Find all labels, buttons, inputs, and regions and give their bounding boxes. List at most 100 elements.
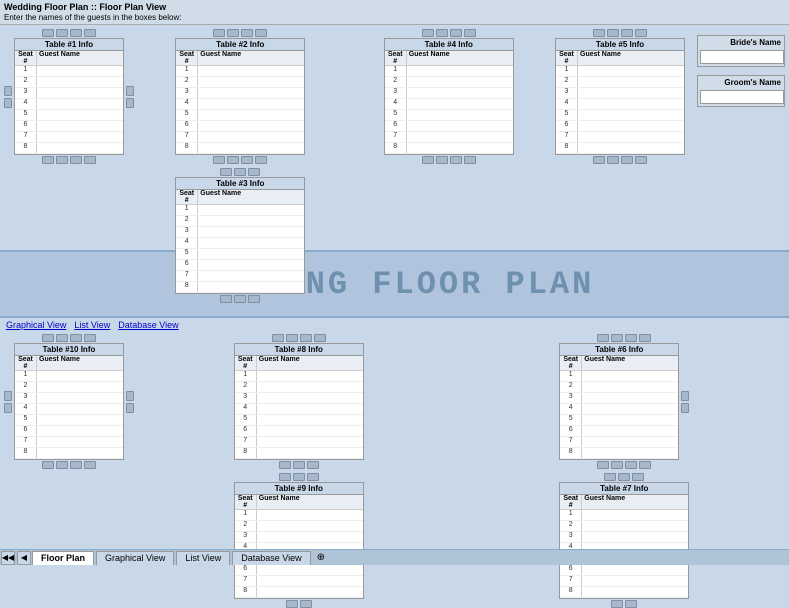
- tab-floor-plan[interactable]: Floor Plan: [32, 551, 94, 565]
- seat-input[interactable]: [37, 110, 123, 120]
- seat-input[interactable]: [198, 99, 304, 109]
- seat-input[interactable]: [37, 88, 123, 98]
- seat-input[interactable]: [578, 88, 684, 98]
- table-row: 3: [556, 88, 684, 99]
- seat-input[interactable]: [257, 437, 363, 447]
- seat-input[interactable]: [578, 143, 684, 153]
- table-9-chairs-bottom: [286, 600, 312, 608]
- table-1-chairs-top: [42, 29, 96, 37]
- seat-input[interactable]: [198, 271, 304, 281]
- seat-input[interactable]: [198, 205, 304, 215]
- database-view-link[interactable]: Database View: [118, 320, 178, 330]
- table-7-chairs-top: [604, 473, 644, 481]
- seat-input[interactable]: [578, 132, 684, 142]
- seat-input[interactable]: [198, 143, 304, 153]
- seat-input[interactable]: [257, 393, 363, 403]
- seat-input[interactable]: [198, 66, 304, 76]
- seat-input[interactable]: [198, 282, 304, 292]
- seat-input[interactable]: [257, 532, 363, 542]
- seat-input[interactable]: [257, 426, 363, 436]
- bride-name-input[interactable]: [700, 50, 784, 64]
- seat-input[interactable]: [198, 88, 304, 98]
- seat-input[interactable]: [582, 521, 688, 531]
- seat-input[interactable]: [578, 110, 684, 120]
- seat-input[interactable]: [37, 99, 123, 109]
- seat-input[interactable]: [582, 382, 678, 392]
- seat-input[interactable]: [578, 121, 684, 131]
- seat-input[interactable]: [257, 521, 363, 531]
- tab-list-view[interactable]: List View: [176, 551, 230, 565]
- seat-input[interactable]: [37, 415, 123, 425]
- seat-input[interactable]: [407, 143, 513, 153]
- tab-nav-first[interactable]: ◀◀: [1, 551, 15, 565]
- seat-input[interactable]: [257, 448, 363, 458]
- bride-info-box: Bride's Name: [697, 35, 785, 67]
- table-row: 8: [556, 143, 684, 154]
- seat-input[interactable]: [582, 371, 678, 381]
- seat-input[interactable]: [37, 393, 123, 403]
- seat-input[interactable]: [198, 260, 304, 270]
- seat-input[interactable]: [37, 121, 123, 131]
- seat-input[interactable]: [582, 404, 678, 414]
- seat-input[interactable]: [198, 249, 304, 259]
- tab-graphical-view[interactable]: Graphical View: [96, 551, 174, 565]
- seat-input[interactable]: [37, 404, 123, 414]
- seat-input[interactable]: [257, 415, 363, 425]
- table-row: 3: [176, 88, 304, 99]
- seat-input[interactable]: [257, 576, 363, 586]
- seat-input[interactable]: [198, 121, 304, 131]
- seat-input[interactable]: [407, 88, 513, 98]
- seat-input[interactable]: [582, 448, 678, 458]
- seat-input[interactable]: [257, 404, 363, 414]
- seat-input[interactable]: [37, 448, 123, 458]
- seat-input[interactable]: [578, 99, 684, 109]
- seat-input[interactable]: [257, 587, 363, 597]
- seat-input[interactable]: [407, 77, 513, 87]
- chair-icon: [611, 600, 623, 608]
- seat-input[interactable]: [407, 121, 513, 131]
- seat-input[interactable]: [37, 371, 123, 381]
- seat-input[interactable]: [407, 99, 513, 109]
- seat-input[interactable]: [582, 576, 688, 586]
- seat-input[interactable]: [582, 426, 678, 436]
- seat-input[interactable]: [407, 110, 513, 120]
- top-tables-section: Table #1 Info Seat # Guest Name 1 2 3 4 …: [0, 25, 789, 250]
- seat-input[interactable]: [582, 587, 688, 597]
- seat-input[interactable]: [37, 77, 123, 87]
- groom-name-input[interactable]: [700, 90, 784, 104]
- seat-input[interactable]: [257, 565, 363, 575]
- seat-input[interactable]: [578, 66, 684, 76]
- seat-input[interactable]: [578, 77, 684, 87]
- seat-input[interactable]: [582, 565, 688, 575]
- seat-input[interactable]: [198, 132, 304, 142]
- table-row: 8: [385, 143, 513, 154]
- chair-icon: [611, 334, 623, 342]
- graphical-view-link[interactable]: Graphical View: [6, 320, 66, 330]
- seat-input[interactable]: [198, 77, 304, 87]
- seat-input[interactable]: [582, 393, 678, 403]
- table-4-chairs-bottom: [422, 156, 476, 164]
- seat-input[interactable]: [257, 382, 363, 392]
- seat-input[interactable]: [407, 66, 513, 76]
- seat-input[interactable]: [37, 426, 123, 436]
- seat-input[interactable]: [582, 510, 688, 520]
- seat-input[interactable]: [37, 132, 123, 142]
- seat-input[interactable]: [37, 66, 123, 76]
- seat-input[interactable]: [257, 371, 363, 381]
- seat-input[interactable]: [582, 437, 678, 447]
- seat-input[interactable]: [37, 437, 123, 447]
- seat-input[interactable]: [198, 216, 304, 226]
- list-view-link[interactable]: List View: [74, 320, 110, 330]
- tab-database-view[interactable]: Database View: [232, 551, 310, 565]
- seat-input[interactable]: [407, 132, 513, 142]
- seat-input[interactable]: [257, 510, 363, 520]
- chair-icon: [241, 29, 253, 37]
- seat-input[interactable]: [198, 238, 304, 248]
- tab-nav-prev[interactable]: ◀: [17, 551, 31, 565]
- seat-input[interactable]: [198, 110, 304, 120]
- seat-input[interactable]: [37, 143, 123, 153]
- seat-input[interactable]: [582, 532, 688, 542]
- seat-input[interactable]: [37, 382, 123, 392]
- seat-input[interactable]: [582, 415, 678, 425]
- seat-input[interactable]: [198, 227, 304, 237]
